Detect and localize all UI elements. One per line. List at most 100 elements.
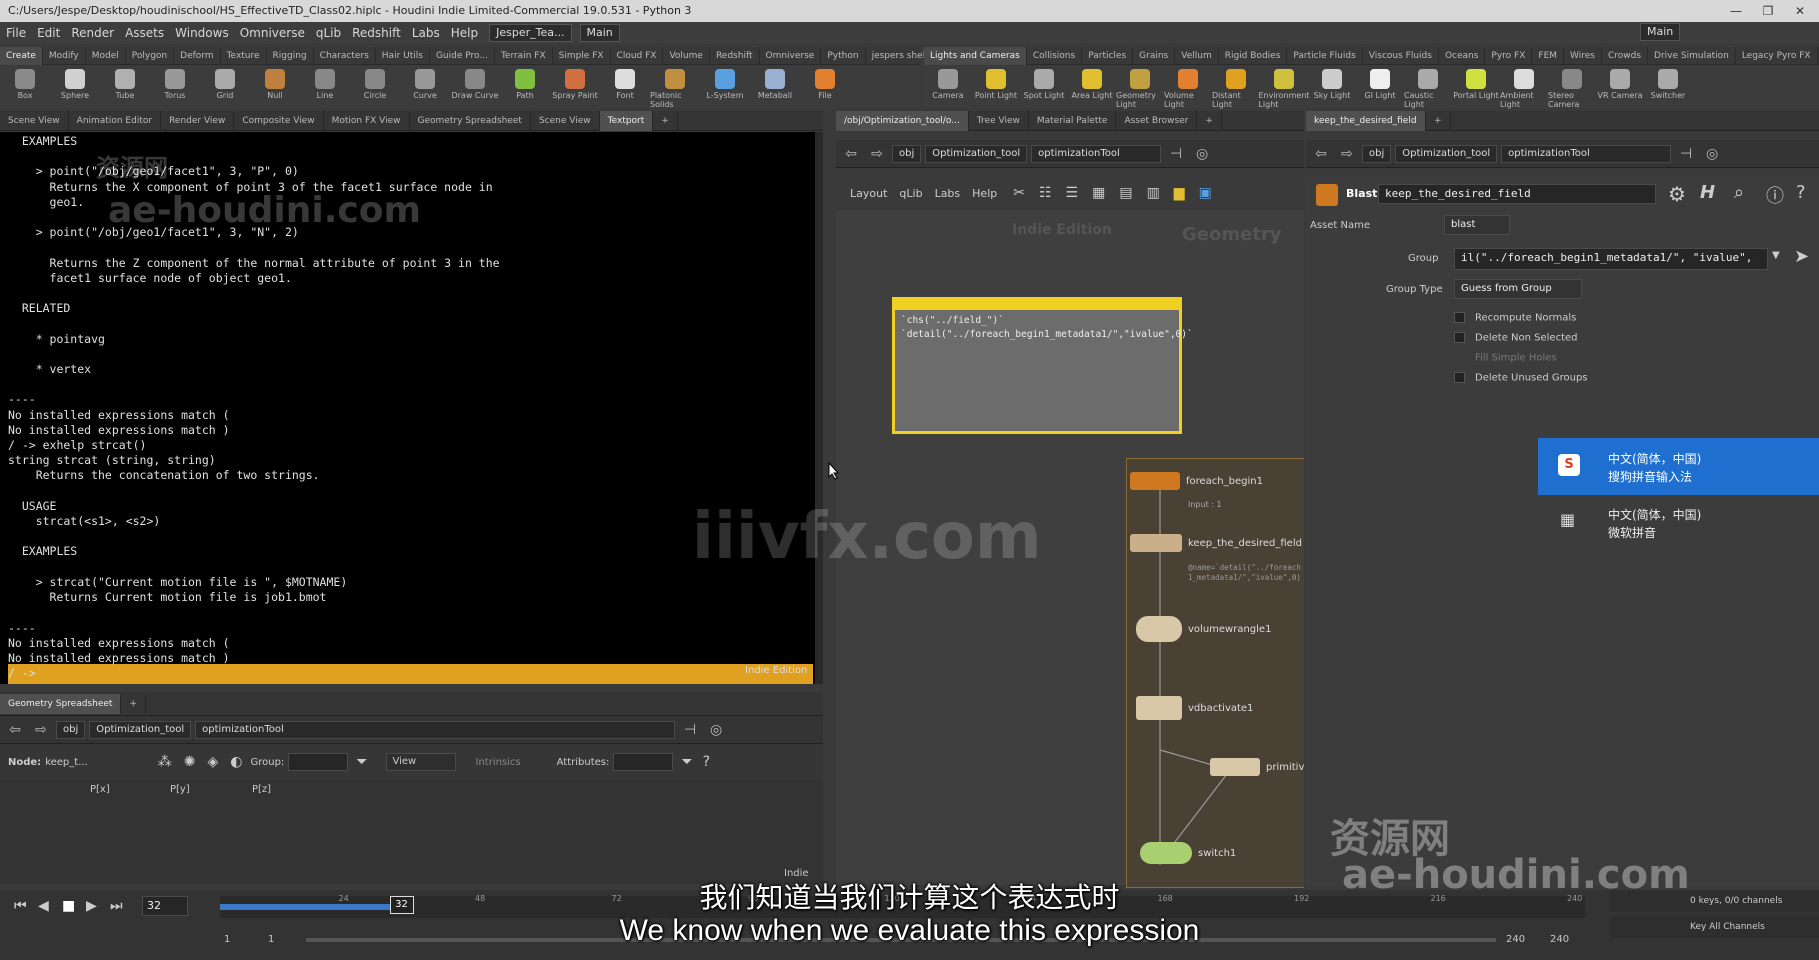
shelf-tool-path[interactable]: Path bbox=[500, 69, 550, 100]
layout-icon[interactable]: ▥ bbox=[1147, 185, 1160, 201]
path-crumb[interactable]: Optimization_tool bbox=[89, 720, 192, 739]
forward-arrow-icon[interactable]: ⇨ bbox=[1336, 145, 1358, 163]
shelf-tool-line[interactable]: Line bbox=[300, 69, 350, 100]
shelf-tab[interactable]: Polygon bbox=[126, 46, 175, 65]
shelf-tab-create[interactable]: Create bbox=[0, 46, 43, 65]
shelf-tab[interactable]: Viscous Fluids bbox=[1363, 46, 1439, 65]
shelf-tool-torus[interactable]: Torus bbox=[150, 69, 200, 100]
tab-geometry-spreadsheet[interactable]: Geometry Spreadsheet bbox=[410, 110, 531, 131]
path-crumb[interactable]: optimizationTool bbox=[195, 720, 676, 739]
delete-unused-groups-checkbox[interactable] bbox=[1454, 372, 1465, 383]
minimize-icon[interactable]: — bbox=[1720, 0, 1752, 22]
vertices-icon[interactable]: ✺ bbox=[184, 754, 196, 770]
path-crumb[interactable]: obj bbox=[1362, 144, 1392, 163]
link-icon[interactable]: ◎ bbox=[705, 721, 727, 739]
shelf-tool-distant-light[interactable]: Distant Light bbox=[1212, 69, 1260, 109]
info-icon[interactable]: ⓘ bbox=[1766, 182, 1784, 208]
tree-icon[interactable]: ☷ bbox=[1039, 185, 1052, 201]
asset-name-field[interactable]: blast bbox=[1444, 215, 1510, 235]
shelf-tab[interactable]: FEM bbox=[1532, 46, 1565, 65]
pin-icon[interactable]: ⊣ bbox=[679, 721, 701, 739]
shelf-tool-tube[interactable]: Tube bbox=[100, 69, 150, 100]
add-tab-icon[interactable]: + bbox=[653, 110, 678, 131]
node-vdbactivate[interactable]: vdbactivate1 bbox=[1136, 696, 1253, 720]
shelf-tab[interactable]: Python bbox=[821, 46, 866, 65]
menu-help[interactable]: Help bbox=[972, 187, 997, 200]
menu-file[interactable]: File bbox=[6, 26, 26, 40]
tab-scene-view-2[interactable]: Scene View bbox=[531, 110, 600, 131]
tab-textport[interactable]: Textport bbox=[599, 110, 654, 131]
shelf-tool-sky-light[interactable]: Sky Light bbox=[1308, 69, 1356, 100]
back-arrow-icon[interactable]: ⇦ bbox=[1310, 145, 1332, 163]
checkbox-row[interactable]: Delete Non Selected bbox=[1454, 332, 1578, 344]
shelf-tool-ambient-light[interactable]: Ambient Light bbox=[1500, 69, 1548, 109]
shelf-tab[interactable]: Simple FX bbox=[553, 46, 611, 65]
tab-network-path[interactable]: /obj/Optimization_tool/o... bbox=[836, 110, 969, 131]
shelf-tool-gi-light[interactable]: GI Light bbox=[1356, 69, 1404, 100]
shelf-tool-metaball[interactable]: Metaball bbox=[750, 69, 800, 100]
attributes-filter-input[interactable] bbox=[613, 753, 674, 771]
menu-help[interactable]: Help bbox=[451, 26, 478, 40]
shelf-tab[interactable]: Modify bbox=[43, 46, 86, 65]
points-icon[interactable]: ⁂ bbox=[158, 754, 172, 770]
shelf-tab[interactable]: Particle Fluids bbox=[1287, 46, 1363, 65]
path-crumb[interactable]: obj bbox=[892, 144, 922, 163]
menu-omniverse[interactable]: Omniverse bbox=[240, 26, 305, 40]
menu-labs[interactable]: Labs bbox=[935, 187, 961, 200]
back-arrow-icon[interactable]: ⇦ bbox=[840, 145, 862, 163]
shelf-tab[interactable]: Crowds bbox=[1602, 46, 1649, 65]
shelf-tab[interactable]: Characters bbox=[314, 46, 376, 65]
path-crumb[interactable]: optimizationTool bbox=[1031, 144, 1162, 163]
shelf-tool-vr-camera[interactable]: VR Camera bbox=[1596, 69, 1644, 100]
checkbox-row[interactable]: Delete Unused Groups bbox=[1454, 372, 1588, 384]
shelf-tool-circle[interactable]: Circle bbox=[350, 69, 400, 100]
tab-tree-view[interactable]: Tree View bbox=[969, 110, 1029, 131]
shelf-tab[interactable]: Vellum bbox=[1175, 46, 1219, 65]
node-foreach-begin[interactable]: foreach_begin1 bbox=[1130, 472, 1263, 490]
shelf-tool-caustic-light[interactable]: Caustic Light bbox=[1404, 69, 1452, 109]
shelf-tool-camera[interactable]: Camera bbox=[924, 69, 972, 100]
image-icon[interactable]: ▣ bbox=[1199, 185, 1212, 201]
add-tab-icon[interactable]: + bbox=[121, 693, 146, 714]
grid-icon[interactable]: ▦ bbox=[1092, 185, 1105, 201]
delete-non-selected-checkbox[interactable] bbox=[1454, 332, 1465, 343]
menu-redshift[interactable]: Redshift bbox=[352, 26, 401, 40]
shelf-tab[interactable]: Wires bbox=[1564, 46, 1602, 65]
ime-option-sogou[interactable]: S 中文(简体，中国) 搜狗拼音输入法 bbox=[1538, 438, 1819, 495]
group-field[interactable]: il("../foreach_begin1_metadata1/", "ival… bbox=[1454, 248, 1768, 270]
node-primitive[interactable]: primitiv bbox=[1210, 758, 1304, 776]
shelf-tab[interactable]: Hair Utils bbox=[376, 46, 430, 65]
path-crumb[interactable]: Optimization_tool bbox=[1395, 144, 1498, 163]
shelf-tool-spray-paint[interactable]: Spray Paint bbox=[550, 69, 600, 100]
shelf-tab[interactable]: Collisions bbox=[1027, 46, 1083, 65]
sticky-note-icon[interactable]: ▆ bbox=[1174, 185, 1185, 201]
shelf-tab[interactable]: Guide Pro... bbox=[430, 46, 495, 65]
filter-icon[interactable]: ⏷ bbox=[356, 754, 367, 770]
back-arrow-icon[interactable]: ⇦ bbox=[4, 721, 26, 739]
shelf-tool-area-light[interactable]: Area Light bbox=[1068, 69, 1116, 100]
shelf-tab[interactable]: Pyro FX bbox=[1485, 46, 1533, 65]
forward-arrow-icon[interactable]: ⇨ bbox=[30, 721, 52, 739]
textport-scrollbar[interactable] bbox=[815, 132, 823, 684]
tab-geometry-spreadsheet[interactable]: Geometry Spreadsheet bbox=[0, 693, 122, 714]
main-selector[interactable]: Main bbox=[579, 24, 620, 42]
right-main-selector[interactable]: Main bbox=[1640, 23, 1681, 41]
intrinsics-toggle[interactable]: Intrinsics bbox=[476, 757, 521, 768]
shelf-tool-grid[interactable]: Grid bbox=[200, 69, 250, 100]
shelf-tab[interactable]: Deform bbox=[174, 46, 221, 65]
help-icon[interactable]: ? bbox=[1796, 182, 1806, 203]
group-type-dropdown[interactable]: Guess from Group bbox=[1454, 279, 1582, 299]
add-tab-icon[interactable]: + bbox=[1426, 110, 1451, 131]
shelf-tool-stereo-camera[interactable]: Stereo Camera bbox=[1548, 69, 1596, 109]
sticky-note-header[interactable] bbox=[895, 300, 1179, 310]
node-name-field[interactable]: keep_the_desired_field bbox=[1378, 184, 1656, 204]
tab-material-palette[interactable]: Material Palette bbox=[1029, 110, 1117, 131]
path-crumb[interactable]: Optimization_tool bbox=[925, 144, 1028, 163]
shelf-tab[interactable]: Drive Simulation bbox=[1648, 46, 1736, 65]
shelf-tool-l-system[interactable]: L-System bbox=[700, 69, 750, 100]
tab-animation-editor[interactable]: Animation Editor bbox=[69, 110, 162, 131]
path-crumb[interactable]: optimizationTool bbox=[1501, 144, 1672, 163]
shelf-tool-file[interactable]: File bbox=[800, 69, 850, 100]
shelf-tool-portal-light[interactable]: Portal Light bbox=[1452, 69, 1500, 100]
desktop-selector[interactable]: Jesper_Tea... bbox=[489, 24, 572, 42]
